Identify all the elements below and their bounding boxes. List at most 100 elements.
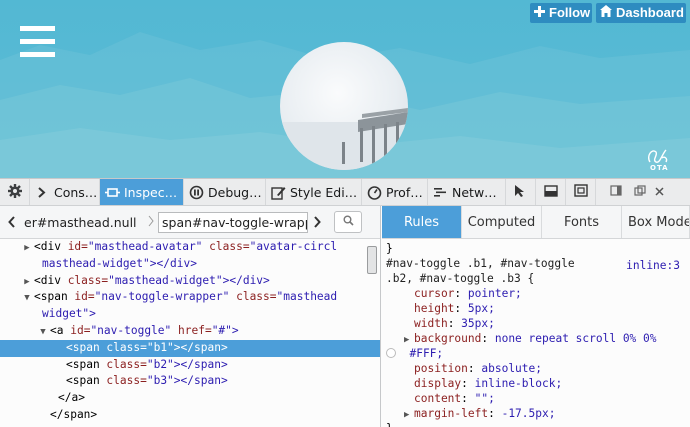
css-declaration[interactable]: ▶ margin-left: -17.5px;	[386, 406, 686, 421]
markup-tag: </span>	[50, 407, 98, 421]
tab-fonts[interactable]: Fonts	[542, 206, 622, 238]
dock-side-button[interactable]	[604, 179, 628, 205]
markup-line[interactable]: ▶ <div class="masthead-widget"></div>	[0, 273, 380, 290]
markup-line[interactable]: widget">	[0, 306, 380, 323]
tab-inspector[interactable]: Inspec…	[100, 179, 184, 205]
breadcrumb-scroll-left-button[interactable]	[0, 213, 24, 232]
markup-panel: er#masthead.null span#nav-toggle-wrappe …	[0, 206, 381, 427]
expand-arrow-icon[interactable]: ▶	[404, 408, 414, 423]
markup-twisty[interactable]: ▶	[22, 425, 32, 426]
responsive-mode-button[interactable]	[566, 179, 596, 205]
breadcrumb-scroll-right-button[interactable]	[308, 213, 326, 232]
markup-twisty[interactable]: ▼	[38, 324, 48, 341]
tab-fonts-label: Fonts	[563, 214, 600, 230]
tab-console[interactable]: Cons…	[30, 179, 100, 205]
tab-box-model-label: Box Mode	[628, 214, 690, 230]
markup-tag: <a	[50, 323, 71, 337]
markup-twisty[interactable]: ▶	[22, 274, 32, 291]
devtools-toolbar: Cons… Inspec… Debug… Style Edi… Prof… Ne…	[0, 178, 690, 206]
css-property-value[interactable]: pointer;	[468, 287, 522, 300]
css-declaration[interactable]: #FFF;	[386, 346, 686, 361]
markup-attr-name: class=	[106, 340, 147, 354]
markup-line[interactable]: <span class="b3"></span>	[0, 373, 380, 390]
css-property-name[interactable]: display	[414, 377, 461, 390]
css-property-name[interactable]: margin-left	[414, 407, 488, 420]
follow-label: Follow	[549, 5, 591, 20]
tab-box-model[interactable]: Box Mode	[622, 206, 690, 238]
css-property-value[interactable]: 5px;	[468, 302, 495, 315]
tab-style-editor[interactable]: Style Edi…	[266, 179, 362, 205]
css-declaration[interactable]: ▶ background: none repeat scroll 0% 0%	[386, 331, 686, 346]
toolbox-options-button[interactable]	[0, 179, 30, 205]
breadcrumb-item-masthead[interactable]: er#masthead.null	[24, 215, 144, 230]
nav-toggle-hamburger[interactable]	[20, 26, 56, 58]
css-declaration[interactable]: cursor: pointer;	[386, 286, 686, 301]
profiler-icon	[367, 185, 382, 200]
masthead-avatar	[280, 42, 408, 170]
rule-selector-continued[interactable]: .b2, #nav-toggle .b3 {	[386, 271, 686, 286]
follow-button[interactable]: Follow	[530, 3, 592, 23]
css-property-value[interactable]: inline-block;	[475, 377, 563, 390]
markup-attr-name: id=	[74, 290, 95, 304]
dashboard-button[interactable]: Dashboard	[596, 3, 686, 23]
markup-tag: <div	[34, 425, 68, 426]
markup-line[interactable]: masthead-widget"></div>	[0, 256, 380, 273]
css-property-value[interactable]: absolute;	[481, 362, 542, 375]
markup-line[interactable]: ▼ <span id="nav-toggle-wrapper" class="ma…	[0, 289, 380, 306]
css-property-value[interactable]: -17.5px;	[502, 407, 556, 420]
markup-attr-name: class=	[229, 290, 277, 304]
markup-scrollbar-thumb[interactable]	[367, 246, 377, 274]
css-declaration[interactable]: content: "";	[386, 391, 686, 406]
markup-attr-value: "b2"	[146, 357, 174, 371]
undock-button[interactable]	[628, 179, 652, 205]
markup-line[interactable]: ▶<div id="masthead-title"	[0, 424, 380, 426]
markup-tree[interactable]: ▶ <div id="masthead-avatar" class="avatar…	[0, 239, 380, 426]
css-property-name[interactable]: content	[414, 392, 461, 405]
color-swatch-icon[interactable]	[386, 348, 396, 358]
markup-line[interactable]: ▶ <div id="masthead-avatar" class="avatar…	[0, 239, 380, 256]
inspector-icon	[105, 185, 120, 200]
tab-network-label: Netw…	[452, 184, 497, 200]
markup-line[interactable]: ▼ <a id="nav-toggle" href="#">	[0, 323, 380, 340]
markup-line[interactable]: </span>	[0, 407, 380, 424]
css-property-value[interactable]: "";	[475, 392, 495, 405]
css-rules-view[interactable]: } #nav-toggle .b1, #nav-toggle .b2, #nav…	[382, 239, 690, 427]
tab-profiler[interactable]: Prof…	[362, 179, 428, 205]
breadcrumb-item-label: er#masthead.null	[24, 214, 137, 230]
css-declaration[interactable]: }	[386, 421, 686, 427]
markup-tag: <span	[66, 340, 107, 354]
pick-element-button[interactable]	[506, 179, 536, 205]
css-property-name[interactable]: width	[414, 317, 448, 330]
tab-debugger[interactable]: Debug…	[184, 179, 266, 205]
css-property-name[interactable]: position	[414, 362, 468, 375]
css-declaration[interactable]: position: absolute;	[386, 361, 686, 376]
markup-line[interactable]: <span class="b2"></span>	[0, 357, 380, 374]
cursor-icon	[514, 184, 527, 201]
split-console-button[interactable]	[536, 179, 566, 205]
breadcrumb-item-nav-toggle-wrapper[interactable]: span#nav-toggle-wrappe	[158, 211, 308, 233]
tab-computed[interactable]: Computed	[462, 206, 542, 238]
rule-source-link[interactable]: inline:3	[626, 258, 680, 273]
markup-search-button[interactable]	[334, 211, 362, 233]
markup-attr-name: class=	[67, 273, 109, 287]
markup-line[interactable]: <span class="b1"></span>	[0, 339, 380, 357]
rule-declarations: cursor: pointer; height: 5px; width: 35px;…	[386, 286, 686, 427]
markup-attr-name: class=	[106, 374, 147, 388]
markup-twisty[interactable]: ▶	[22, 240, 32, 257]
css-declaration[interactable]: display: inline-block;	[386, 376, 686, 391]
css-property-value[interactable]: none repeat scroll 0% 0%	[495, 332, 657, 345]
breadcrumb: er#masthead.null span#nav-toggle-wrappe	[0, 206, 380, 239]
rule-closing-brace: }	[386, 422, 393, 427]
css-property-value[interactable]: 35px;	[461, 317, 495, 330]
markup-line[interactable]: </a>	[0, 390, 380, 407]
css-property-name[interactable]: background	[414, 332, 481, 345]
css-declaration[interactable]: width: 35px;	[386, 316, 686, 331]
css-property-value[interactable]: #FFF;	[409, 347, 443, 360]
css-property-name[interactable]: cursor	[414, 287, 454, 300]
tab-network[interactable]: Netw…	[428, 179, 506, 205]
css-property-name[interactable]: height	[414, 302, 454, 315]
markup-twisty[interactable]: ▼	[22, 290, 32, 307]
css-declaration[interactable]: height: 5px;	[386, 301, 686, 316]
tab-rules[interactable]: Rules	[382, 206, 462, 238]
close-devtools-button[interactable]	[652, 179, 666, 205]
